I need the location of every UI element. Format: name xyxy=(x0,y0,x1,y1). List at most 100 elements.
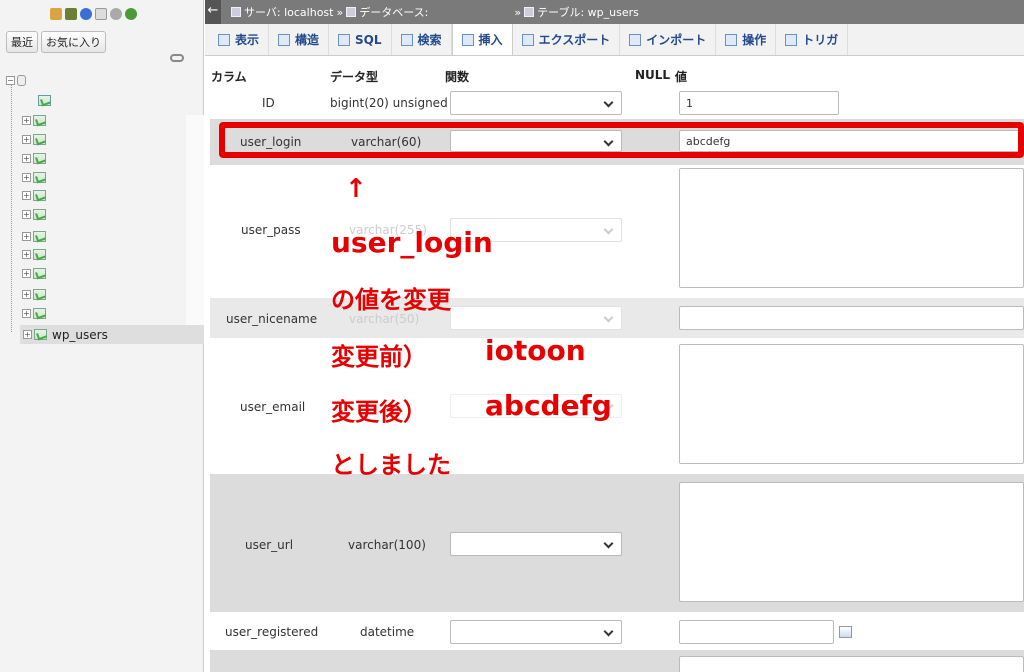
settings-icon[interactable] xyxy=(110,8,122,20)
tree-table-item[interactable]: + xyxy=(22,228,46,244)
tree-table-item[interactable]: + xyxy=(22,265,46,281)
triggers-icon xyxy=(785,33,798,46)
server-icon xyxy=(17,74,26,86)
header-type: データ型 xyxy=(330,70,379,84)
tree-table-item[interactable]: + xyxy=(22,246,46,262)
value-textarea[interactable] xyxy=(679,656,1024,672)
table-icon xyxy=(33,307,46,319)
new-table-icon xyxy=(38,94,51,106)
function-select[interactable] xyxy=(450,620,622,644)
table-name[interactable]: wp_users xyxy=(52,328,108,342)
tree-table-item[interactable]: + xyxy=(22,112,46,128)
sql-icon xyxy=(338,33,351,46)
breadcrumb-server[interactable]: サーバ: localhost xyxy=(231,4,333,20)
expand-icon[interactable]: + xyxy=(22,231,31,241)
table-icon xyxy=(33,267,46,279)
tab-triggers[interactable]: トリガ xyxy=(776,24,849,55)
annotation-before-value: iotoon xyxy=(485,334,586,367)
column-name: user_url xyxy=(245,538,294,552)
browse-icon xyxy=(218,33,230,46)
tab-sql[interactable]: SQL xyxy=(329,24,392,55)
column-name: user_nicename xyxy=(226,312,318,326)
function-select[interactable] xyxy=(450,306,622,330)
header-function: 関数 xyxy=(445,70,470,84)
annotation-before-label: 変更前） xyxy=(331,343,427,371)
reload-icon[interactable] xyxy=(125,8,137,20)
favorites-tab[interactable]: お気に入り xyxy=(41,31,106,53)
tree-table-item[interactable]: + xyxy=(22,169,46,185)
expand-icon[interactable]: + xyxy=(22,134,31,144)
tree-table-item[interactable]: + xyxy=(22,150,46,166)
navigation-sidebar: 最近 お気に入り − + + + + + + + + + + + + wp_us… xyxy=(0,0,204,672)
value-input[interactable] xyxy=(679,306,1024,330)
expand-icon[interactable]: + xyxy=(22,172,31,182)
column-type: datetime xyxy=(360,625,415,639)
table-icon xyxy=(33,230,46,242)
database-icon xyxy=(346,7,357,17)
value-textarea[interactable] xyxy=(679,168,1024,288)
column-name: ID xyxy=(262,96,275,110)
table-icon xyxy=(33,288,46,300)
structure-icon xyxy=(278,33,291,46)
server-icon xyxy=(231,7,241,17)
breadcrumb-database[interactable]: データベース: xyxy=(346,4,428,20)
insert-icon xyxy=(461,33,474,46)
tab-browse[interactable]: 表示 xyxy=(209,24,270,55)
expand-icon[interactable]: + xyxy=(22,249,31,259)
table-icon xyxy=(33,171,46,183)
tab-import[interactable]: インポート xyxy=(620,24,717,55)
value-input[interactable] xyxy=(679,620,834,644)
expand-icon[interactable]: + xyxy=(23,330,32,339)
tree-root[interactable]: − xyxy=(6,72,26,88)
new-table-node[interactable] xyxy=(38,92,51,108)
link-icon[interactable] xyxy=(170,54,184,62)
expand-icon[interactable]: + xyxy=(22,308,31,318)
breadcrumb-table[interactable]: テーブル: wp_users xyxy=(524,4,639,20)
tree-table-wp-users[interactable]: + wp_users xyxy=(20,325,204,344)
table-icon xyxy=(33,189,46,201)
highlight-box xyxy=(219,122,1024,158)
expand-icon[interactable]: + xyxy=(22,209,31,219)
tree-table-item[interactable]: + xyxy=(22,286,46,302)
function-select[interactable] xyxy=(450,532,622,556)
calendar-icon[interactable] xyxy=(839,626,852,638)
annotation-line1: user_login xyxy=(331,226,493,259)
function-select[interactable] xyxy=(450,91,622,115)
tab-operations[interactable]: 操作 xyxy=(716,24,777,55)
expand-icon[interactable]: + xyxy=(22,268,31,278)
main-panel: ← サーバ: localhost » データベース: » テーブル: wp_us… xyxy=(205,0,1024,672)
annotation-line5: としました xyxy=(331,451,451,479)
table-icon xyxy=(33,133,46,145)
tree-table-item[interactable]: + xyxy=(22,131,46,147)
tree-table-item[interactable]: + xyxy=(22,206,46,222)
table-header: カラム データ型 関数 NULL 値 xyxy=(205,62,1024,88)
tab-structure[interactable]: 構造 xyxy=(269,24,330,55)
help-icon[interactable] xyxy=(80,8,92,20)
expand-icon[interactable]: + xyxy=(22,289,31,299)
tree-table-item[interactable]: + xyxy=(22,305,46,321)
logout-icon[interactable] xyxy=(65,8,77,20)
docs-icon[interactable] xyxy=(95,8,107,20)
import-icon xyxy=(629,33,642,46)
sidebar-toolbar xyxy=(50,8,137,20)
export-icon xyxy=(521,33,534,46)
breadcrumb: ← サーバ: localhost » データベース: » テーブル: wp_us… xyxy=(205,0,1024,24)
value-textarea[interactable] xyxy=(679,344,1024,464)
expand-icon[interactable]: + xyxy=(22,153,31,163)
tab-export[interactable]: エクスポート xyxy=(513,24,621,55)
table-icon xyxy=(524,7,535,17)
expand-icon[interactable]: + xyxy=(22,190,31,200)
value-input[interactable]: 1 xyxy=(679,91,839,115)
tree-table-item[interactable]: + xyxy=(22,187,46,203)
expand-icon[interactable]: + xyxy=(22,115,31,125)
value-textarea[interactable] xyxy=(679,482,1024,602)
tab-search[interactable]: 検索 xyxy=(392,24,452,55)
table-icon xyxy=(33,114,46,126)
tree-line xyxy=(11,82,12,332)
tab-insert[interactable]: 挿入 xyxy=(451,24,513,55)
collapse-icon[interactable]: − xyxy=(6,75,15,85)
recent-tab[interactable]: 最近 xyxy=(6,31,38,53)
home-icon[interactable] xyxy=(50,8,62,20)
column-type: bigint(20) unsigned xyxy=(330,96,448,110)
back-arrow-icon[interactable]: ← xyxy=(205,0,221,24)
